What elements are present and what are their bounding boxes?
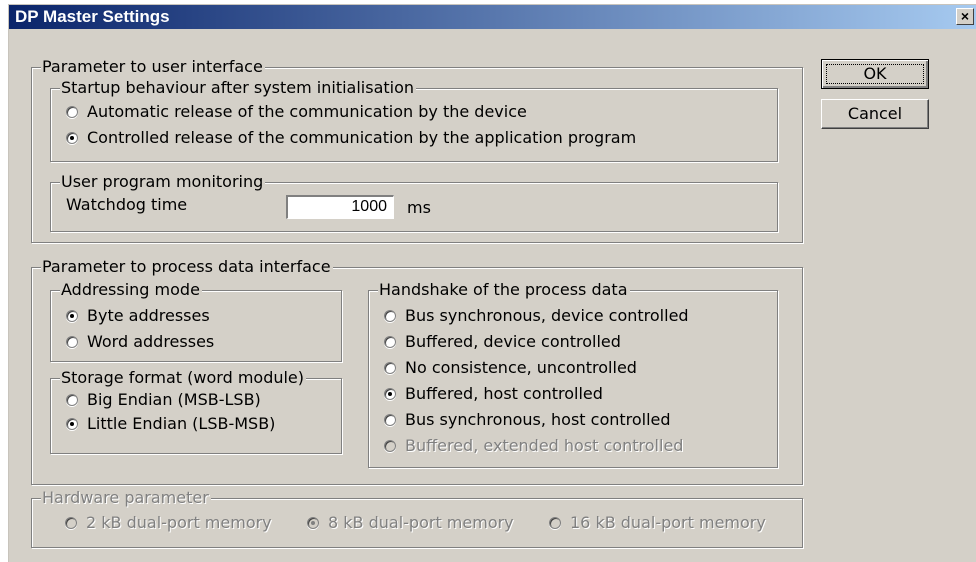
handshake-legend: Handshake of the process data xyxy=(378,280,630,300)
radio-button-icon[interactable] xyxy=(384,336,396,348)
radio-label: Little Endian (LSB-MSB) xyxy=(87,414,276,433)
radio-buffered-host[interactable]: Buffered, host controlled xyxy=(384,383,603,405)
radio-8kb-memory: 8 kB dual-port memory xyxy=(307,512,514,534)
radio-controlled-release[interactable]: Controlled release of the communication … xyxy=(66,127,636,149)
radio-button-checked-icon[interactable] xyxy=(384,388,396,400)
radio-big-endian[interactable]: Big Endian (MSB-LSB) xyxy=(66,389,261,411)
process-data-legend: Parameter to process data interface xyxy=(41,257,333,277)
user-interface-group: Parameter to user interface Startup beha… xyxy=(31,57,803,243)
handshake-group: Handshake of the process data Bus synchr… xyxy=(368,280,778,468)
window-title: DP Master Settings xyxy=(15,7,170,26)
watchdog-time-input[interactable]: 1000 xyxy=(286,195,394,219)
radio-label: Controlled release of the communication … xyxy=(87,128,637,147)
dp-master-settings-dialog: DP Master Settings × OK Cancel Parameter… xyxy=(8,4,976,562)
radio-button-checked-icon[interactable] xyxy=(66,418,78,430)
user-program-monitoring-group: User program monitoring Watchdog time 10… xyxy=(50,172,778,232)
close-icon[interactable]: × xyxy=(956,8,974,25)
radio-button-checked-icon[interactable] xyxy=(66,310,78,322)
radio-button-disabled-icon xyxy=(549,517,561,529)
radio-label: Buffered, device controlled xyxy=(405,332,621,351)
radio-button-disabled-icon xyxy=(65,517,77,529)
radio-no-consistence[interactable]: No consistence, uncontrolled xyxy=(384,357,637,379)
startup-behaviour-group: Startup behaviour after system initialis… xyxy=(50,78,778,162)
radio-button-icon[interactable] xyxy=(384,414,396,426)
radio-button-icon[interactable] xyxy=(66,336,78,348)
title-bar[interactable]: DP Master Settings × xyxy=(9,5,976,29)
radio-word-addresses[interactable]: Word addresses xyxy=(66,331,214,353)
process-data-group: Parameter to process data interface Addr… xyxy=(31,257,803,485)
radio-little-endian[interactable]: Little Endian (LSB-MSB) xyxy=(66,413,275,435)
radio-buffered-extended-host: Buffered, extended host controlled xyxy=(384,435,683,457)
radio-button-disabled-checked-icon xyxy=(307,517,319,529)
addressing-mode-group: Addressing mode Byte addresses Word addr… xyxy=(50,280,342,362)
radio-label: Bus synchronous, device controlled xyxy=(405,306,689,325)
cancel-button[interactable]: Cancel xyxy=(821,99,929,129)
storage-format-group: Storage format (word module) Big Endian … xyxy=(50,368,342,454)
radio-automatic-release[interactable]: Automatic release of the communication b… xyxy=(66,101,527,123)
radio-button-icon[interactable] xyxy=(66,394,78,406)
radio-label: 8 kB dual-port memory xyxy=(328,513,514,532)
watchdog-unit: ms xyxy=(407,198,431,217)
radio-button-disabled-icon xyxy=(384,440,396,452)
radio-label: Buffered, host controlled xyxy=(405,384,603,403)
radio-label: Word addresses xyxy=(87,332,215,351)
radio-label: Bus synchronous, host controlled xyxy=(405,410,671,429)
watchdog-time-label: Watchdog time xyxy=(66,195,188,214)
radio-byte-addresses[interactable]: Byte addresses xyxy=(66,305,210,327)
radio-button-icon[interactable] xyxy=(66,106,78,118)
radio-bus-sync-host[interactable]: Bus synchronous, host controlled xyxy=(384,409,671,431)
hardware-parameter-legend: Hardware parameter xyxy=(41,488,211,508)
radio-button-checked-icon[interactable] xyxy=(66,132,78,144)
radio-label: Big Endian (MSB-LSB) xyxy=(87,390,261,409)
radio-label: 16 kB dual-port memory xyxy=(570,513,766,532)
radio-button-icon[interactable] xyxy=(384,310,396,322)
radio-bus-sync-device[interactable]: Bus synchronous, device controlled xyxy=(384,305,689,327)
user-interface-legend: Parameter to user interface xyxy=(41,57,265,77)
radio-label: Buffered, extended host controlled xyxy=(405,436,684,455)
radio-label: No consistence, uncontrolled xyxy=(405,358,637,377)
radio-2kb-memory: 2 kB dual-port memory xyxy=(65,512,272,534)
radio-buffered-device[interactable]: Buffered, device controlled xyxy=(384,331,621,353)
hardware-parameter-group: Hardware parameter 2 kB dual-port memory… xyxy=(31,488,803,548)
radio-label: Automatic release of the communication b… xyxy=(87,102,527,121)
user-program-monitoring-legend: User program monitoring xyxy=(60,172,266,192)
radio-label: 2 kB dual-port memory xyxy=(86,513,272,532)
cancel-button-label: Cancel xyxy=(847,104,903,123)
storage-format-legend: Storage format (word module) xyxy=(60,368,307,388)
addressing-mode-legend: Addressing mode xyxy=(60,280,202,300)
ok-button-label: OK xyxy=(863,64,887,83)
ok-button[interactable]: OK xyxy=(821,59,929,89)
startup-behaviour-legend: Startup behaviour after system initialis… xyxy=(60,78,417,98)
radio-button-icon[interactable] xyxy=(384,362,396,374)
radio-16kb-memory: 16 kB dual-port memory xyxy=(549,512,766,534)
radio-label: Byte addresses xyxy=(87,306,210,325)
